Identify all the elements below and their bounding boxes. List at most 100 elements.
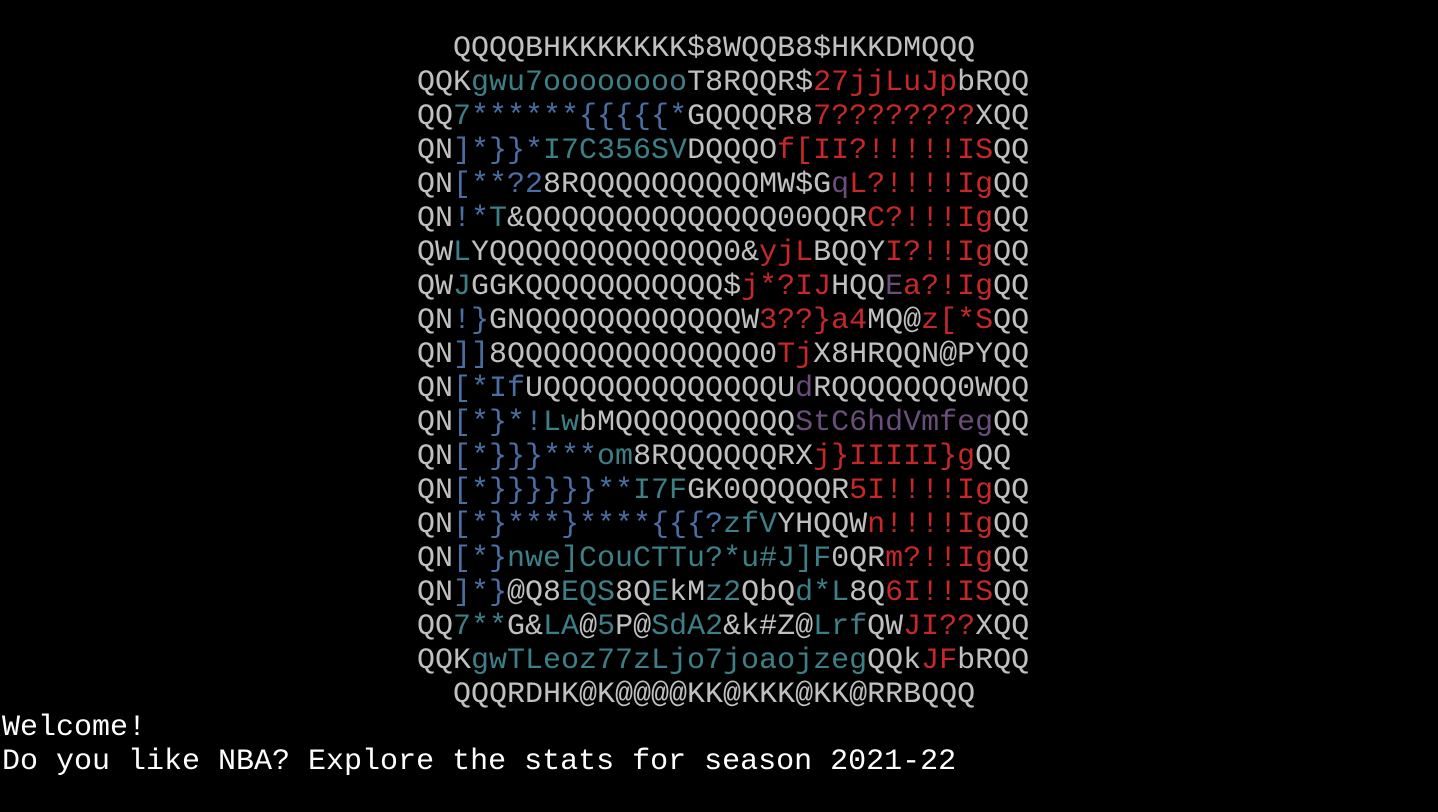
ascii-art-segment: C?!!!Ig <box>867 202 994 236</box>
ascii-art-segment: QN <box>417 304 454 338</box>
ascii-art-segment: QN <box>417 440 454 474</box>
ascii-art-segment: QQQQBHKKKKKKK$8WQQB8$HKKDMQQQ <box>453 32 976 66</box>
ascii-art-segment: !* <box>453 202 490 236</box>
ascii-art-segment: QQ <box>993 168 1030 202</box>
ascii-art-segment: 8QQQQQQQQQQQQQQ0 <box>489 338 778 372</box>
ascii-art-line: QN!}GNQQQQQQQQQQQQW3??}a4MQ@z[*SQQ <box>0 304 1438 338</box>
ascii-art-segment: LA <box>543 610 580 644</box>
ascii-art-segment: 6I!!IS <box>885 576 994 610</box>
ascii-art-segment: bMQQQQQQQQQQ <box>579 406 796 440</box>
ascii-art-segment: XQQ <box>975 610 1030 644</box>
ascii-art-segment: QW <box>417 270 454 304</box>
ascii-art-segment: QQ <box>993 304 1030 338</box>
ascii-art-segment: bRQQ <box>957 644 1030 678</box>
ascii-art-segment: QQ <box>417 100 454 134</box>
ascii-art-line: QN]*}}*I7C356SVDQQQOf[II?!!!!!ISQQ <box>0 134 1438 168</box>
ascii-art-segment: QW <box>417 236 454 270</box>
ascii-art-segment: 7 <box>453 100 472 134</box>
ascii-art-segment: QN <box>417 134 454 168</box>
ascii-art-segment: 0QR <box>831 542 886 576</box>
ascii-art-segment: 5 <box>597 610 616 644</box>
ascii-art-segment: f[II?!!!!!IS <box>777 134 994 168</box>
ascii-art-line: QN[*}*!LwbMQQQQQQQQQQStC6hdVmfegQQ <box>0 406 1438 440</box>
ascii-art-segment: ]*}}* <box>453 134 544 168</box>
ascii-art-segment: Tj <box>777 338 814 372</box>
ascii-art-segment: QQ <box>993 542 1030 576</box>
ascii-art-segment: d*L <box>795 576 850 610</box>
ascii-art-segment: JF <box>921 644 958 678</box>
terminal-messages: Welcome! Do you like NBA? Explore the st… <box>2 711 956 779</box>
ascii-art-segment: j*?IJ <box>741 270 832 304</box>
ascii-art-segment: QQK <box>417 644 472 678</box>
ascii-art-indent <box>417 32 453 66</box>
ascii-art-segment: kM <box>669 576 706 610</box>
ascii-art-segment: QQ <box>993 270 1030 304</box>
ascii-art-segment: ]] <box>453 338 490 372</box>
ascii-art-segment: [*}*! <box>453 406 544 440</box>
ascii-art-segment: j}IIIII}g <box>813 440 976 474</box>
ascii-art-segment: QN <box>417 168 454 202</box>
ascii-art-segment: XQQ <box>975 100 1030 134</box>
ascii-art-segment: GNQQQQQQQQQQQQW <box>489 304 760 338</box>
ascii-art-segment: 8Q <box>849 576 886 610</box>
ascii-art-segment: zfV <box>723 508 778 542</box>
ascii-art-line: QN]]8QQQQQQQQQQQQQQ0TjX8HRQQN@PYQQ <box>0 338 1438 372</box>
ascii-art-segment: 5I!!!!Ig <box>849 474 994 508</box>
ascii-art-segment: &k#Z@ <box>723 610 814 644</box>
ascii-art-segment: QQ <box>975 440 1012 474</box>
ascii-art-segment: z[*S <box>921 304 994 338</box>
ascii-art-line: QWJGGKQQQQQQQQQQQ$j*?IJHQQEa?!IgQQ <box>0 270 1438 304</box>
ascii-art-segment: q <box>831 168 850 202</box>
ascii-art-segment: JI?? <box>903 610 976 644</box>
ascii-art-segment: QQ <box>993 236 1030 270</box>
ascii-art-segment: om <box>597 440 634 474</box>
ascii-art-segment: RQQQQQQQ0WQQ <box>813 372 1030 406</box>
ascii-art-segment: ******{{{{{* <box>471 100 688 134</box>
ascii-art-segment: QN <box>417 474 454 508</box>
ascii-art-segment: QN <box>417 338 454 372</box>
ascii-art-line: QN[*}nwe]CouCTTu?*u#J]F0QRm?!!IgQQ <box>0 542 1438 576</box>
ascii-art-segment: QQK <box>417 66 472 100</box>
terminal-window: QQQQBHKKKKKKK$8WQQB8$HKKDMQQQ QQKgwu7oooo… <box>0 0 1438 812</box>
ascii-art-segment: [*} <box>453 542 508 576</box>
ascii-art-segment: G& <box>507 610 544 644</box>
ascii-art-segment: [**?2 <box>453 168 544 202</box>
ascii-art-segment: [*}}}*** <box>453 440 598 474</box>
ascii-art-segment: 3??}a4 <box>759 304 868 338</box>
ascii-art-segment: GK0QQQQQR <box>687 474 850 508</box>
ascii-art-segment: X8HRQQN@PYQQ <box>813 338 1030 372</box>
ascii-art-segment: 27jjLuJp <box>813 66 958 100</box>
ascii-art-segment: QN <box>417 542 454 576</box>
ascii-art-segment: ]*} <box>453 576 508 610</box>
ascii-art-segment: MQ@ <box>867 304 922 338</box>
ascii-art-segment: QN <box>417 576 454 610</box>
ascii-art-line: QN[*}}}***om8RQQQQQQRXj}IIIII}gQQ <box>0 440 1438 474</box>
ascii-art-segment: QQ <box>993 576 1030 610</box>
ascii-art-line: QN[*}}}}}}**I7FGK0QQQQQR5I!!!!IgQQ <box>0 474 1438 508</box>
ascii-art-segment: L <box>453 236 472 270</box>
ascii-art-segment: P@ <box>615 610 652 644</box>
ascii-art-segment: n!!!!Ig <box>867 508 994 542</box>
ascii-art-segment: [*}}}}}}** <box>453 474 634 508</box>
ascii-art-segment: nwe]CouCTTu?*u#J]F <box>507 542 832 576</box>
ascii-art-line: QQ7**G&LA@5P@SdA2&k#Z@LrfQWJI??XQQ <box>0 610 1438 644</box>
ascii-art-segment: QQ <box>993 508 1030 542</box>
ascii-art-line: QQQQBHKKKKKKK$8WQQB8$HKKDMQQQ <box>0 32 1438 66</box>
ascii-art-segment: I7F <box>633 474 688 508</box>
ascii-art-segment: GQQQQR8 <box>687 100 814 134</box>
ascii-art-segment: 7???????? <box>813 100 976 134</box>
ascii-art-segment: YQQQQQQQQQQQQQ0& <box>471 236 760 270</box>
ascii-art-line: QN!*T&QQQQQQQQQQQQQQ00QQRC?!!!IgQQ <box>0 202 1438 236</box>
ascii-art-segment: z2 <box>705 576 742 610</box>
ascii-art-segment: GGKQQQQQQQQQQQ$ <box>471 270 742 304</box>
ascii-art-segment: yjL <box>759 236 814 270</box>
ascii-art-segment: QQQRDHK@K@@@@KK@KKK@KK@RRBQQQ <box>453 678 976 712</box>
ascii-art-line: QN[*IfUQQQQQQQQQQQQQUdRQQQQQQQ0WQQ <box>0 372 1438 406</box>
ascii-art-segment: &QQQQQQQQQQQQQQ00QQR <box>507 202 868 236</box>
ascii-art-segment: StC6hdVmfeg <box>795 406 994 440</box>
ascii-art-line: QN]*}@Q8EQS8QEkMz2QbQd*L8Q6I!!ISQQ <box>0 576 1438 610</box>
ascii-art-segment: 7** <box>453 610 508 644</box>
ascii-art-segment: QbQ <box>741 576 796 610</box>
ascii-art-segment: L?!!!!Ig <box>849 168 994 202</box>
ascii-art-segment: QN <box>417 202 454 236</box>
